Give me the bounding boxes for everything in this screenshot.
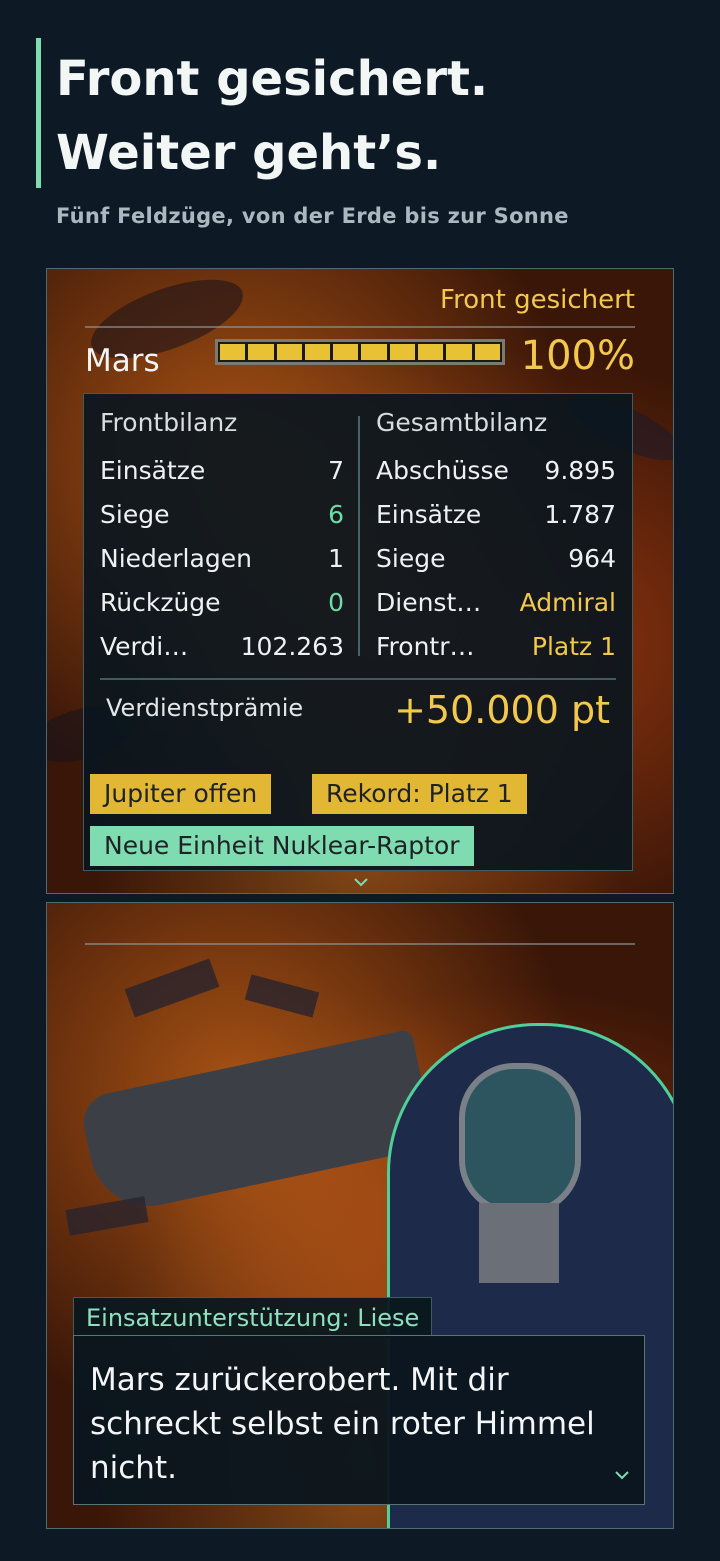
- bonus-value: +50.000 pt: [394, 688, 610, 732]
- front-stat-row: Siege 6: [100, 500, 344, 534]
- progress-segment: [220, 344, 246, 360]
- front-stat-row: Verdi… 102.263: [100, 632, 344, 666]
- battleship-illustration: [78, 1028, 436, 1218]
- stats-box: Frontbilanz Gesamtbilanz Einsätze 7 Sieg…: [83, 393, 633, 871]
- character-neck: [479, 1203, 559, 1283]
- dialogue-box[interactable]: Mars zurückerobert. Mit dir schreckt sel…: [73, 1335, 645, 1505]
- progress-segment: [333, 344, 359, 360]
- progress-segment: [248, 344, 274, 360]
- progress-segment: [304, 344, 331, 360]
- subtitle: Fünf Feldzüge, von der Erde bis zur Sonn…: [56, 204, 569, 228]
- progress-segment: [474, 344, 500, 360]
- stat-label: Verdi…: [100, 632, 189, 661]
- total-stat-row: Siege 964: [376, 544, 616, 578]
- headline-line-2: Weiter geht’s.: [56, 125, 442, 181]
- record-tag: Rekord: Platz 1: [312, 774, 527, 814]
- new-unit-tag: Neue Einheit Nuklear-Raptor: [90, 826, 474, 866]
- total-stats-heading: Gesamtbilanz: [376, 408, 548, 437]
- stat-value: 9.895: [544, 456, 616, 485]
- front-stat-row: Rückzüge 0: [100, 588, 344, 622]
- fighter-illustration: [65, 1196, 149, 1236]
- stat-value: Platz 1: [531, 632, 616, 661]
- result-panel[interactable]: Front gesichert Mars 100% Frontbilanz Ge…: [46, 268, 674, 894]
- front-progress-bar: [215, 339, 505, 365]
- total-stat-row: Dienst… Admiral: [376, 588, 616, 622]
- stat-label: Frontr…: [376, 632, 475, 661]
- progress-segment: [276, 344, 302, 360]
- front-stat-row: Niederlagen 1: [100, 544, 344, 578]
- stat-label: Niederlagen: [100, 544, 252, 573]
- stat-label: Abschüsse: [376, 456, 509, 485]
- dialogue-text: Mars zurückerobert. Mit dir schreckt sel…: [90, 1362, 595, 1486]
- stat-value: Admiral: [519, 588, 616, 617]
- stat-value: 0: [328, 588, 344, 617]
- stat-label: Rückzüge: [100, 588, 221, 617]
- front-status: Front gesichert: [440, 285, 635, 315]
- stat-value: 102.263: [240, 632, 344, 661]
- headline: Front gesichert. Weiter geht’s.: [56, 42, 696, 190]
- stat-value: 964: [568, 544, 616, 573]
- total-stat-row: Abschüsse 9.895: [376, 456, 616, 490]
- total-stat-row: Einsätze 1.787: [376, 500, 616, 534]
- progress-segment: [418, 344, 444, 360]
- fighter-illustration: [244, 974, 320, 1018]
- divider: [100, 678, 616, 680]
- planet-name: Mars: [85, 343, 160, 379]
- stat-label: Siege: [376, 544, 446, 573]
- bonus-label: Verdienstprämie: [106, 694, 304, 722]
- chevron-down-icon[interactable]: [614, 1454, 630, 1498]
- front-stats-heading: Frontbilanz: [100, 408, 238, 437]
- front-stat-row: Einsätze 7: [100, 456, 344, 490]
- chevron-down-icon[interactable]: [353, 875, 369, 891]
- fighter-illustration: [124, 958, 220, 1018]
- speaker-name: Einsatzunterstützung: Liese: [73, 1297, 433, 1338]
- stat-label: Dienst…: [376, 588, 482, 617]
- divider: [85, 943, 635, 945]
- stat-label: Siege: [100, 500, 170, 529]
- divider: [85, 326, 635, 328]
- progress-segment: [389, 344, 416, 360]
- stat-value: 6: [328, 500, 344, 529]
- progress-segment: [446, 344, 472, 360]
- column-divider: [358, 416, 360, 656]
- stat-label: Einsätze: [100, 456, 206, 485]
- unlock-tag: Jupiter offen: [90, 774, 272, 814]
- stat-value: 1.787: [544, 500, 616, 529]
- total-stat-row: Frontr… Platz 1: [376, 632, 616, 666]
- stat-label: Einsätze: [376, 500, 482, 529]
- stat-value: 7: [328, 456, 344, 485]
- character-helmet: [459, 1063, 581, 1215]
- progress-percent: 100%: [520, 333, 635, 379]
- headline-line-1: Front gesichert.: [56, 51, 489, 107]
- progress-segment: [361, 344, 387, 360]
- dialogue-panel[interactable]: Einsatzunterstützung: Liese Mars zurücke…: [46, 902, 674, 1529]
- stat-value: 1: [328, 544, 344, 573]
- headline-accent-bar: [36, 38, 41, 188]
